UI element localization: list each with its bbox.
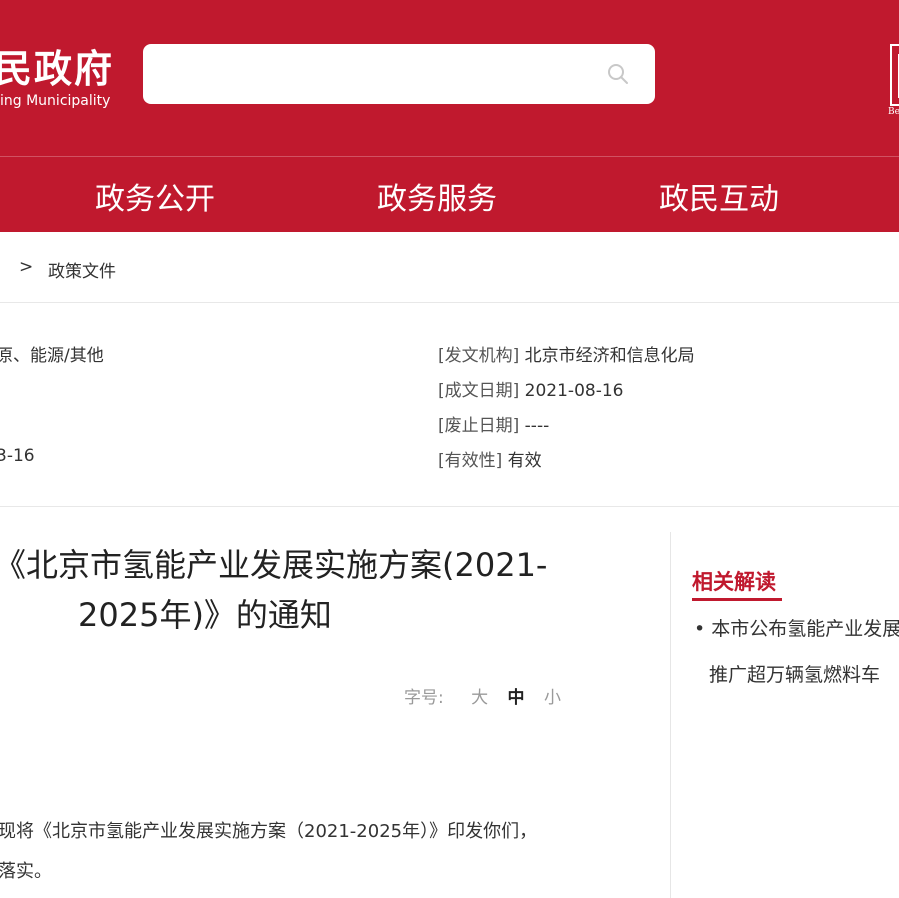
nav-item-interaction[interactable]: 政民互动 — [659, 174, 779, 218]
meta-written-date-value: 2021-08-16 — [524, 381, 624, 401]
meta-abolish-date-key: [废止日期] — [438, 416, 520, 436]
nav-divider — [0, 156, 899, 157]
related-title-underline — [692, 598, 782, 601]
related-item-label: 本市公布氢能产业发展 — [711, 618, 899, 640]
article-title-line2: 2025年)》的通知 — [78, 596, 332, 634]
meta-issuer-key: [发文机构] — [438, 346, 520, 366]
article-title-line1: 《北京市氢能产业发展实施方案(2021- — [0, 546, 548, 584]
seal-badge-text: Be — [888, 107, 899, 117]
nav-item-open-affairs[interactable]: 政务公开 — [95, 174, 215, 218]
meta-validity-value: 有效 — [507, 451, 542, 471]
meta-date: 3-16 — [0, 446, 35, 466]
meta-abolish-date: [废止日期] ---- — [438, 411, 549, 436]
related-item-continued[interactable]: 推广超万辆氢燃料车 — [709, 660, 880, 687]
site-logo-en[interactable]: ing Municipality — [0, 93, 110, 109]
search-input[interactable] — [143, 44, 655, 104]
meta-written-date: [成文日期] 2021-08-16 — [438, 376, 623, 401]
sidebar-divider — [670, 532, 671, 898]
meta-validity-key: [有效性] — [438, 451, 503, 471]
article-body-line2: 落实。 — [0, 861, 52, 882]
meta-validity: [有效性] 有效 — [438, 446, 542, 471]
article-body-line1: 现将《北京市氢能产业发展实施方案（2021-2025年）》印发你们， — [0, 821, 538, 842]
font-size-medium[interactable]: 中 — [508, 688, 525, 708]
divider — [0, 302, 899, 303]
font-size-label: 字号: — [404, 688, 444, 708]
font-size-switcher: 字号: 大 中 小 — [404, 683, 561, 708]
meta-abolish-date-value: ---- — [524, 416, 550, 436]
search-icon[interactable] — [606, 62, 630, 86]
meta-issuer: [发文机构] 北京市经济和信息化局 — [438, 341, 695, 366]
font-size-small[interactable]: 小 — [544, 688, 561, 708]
bullet-icon: • — [694, 618, 706, 640]
site-header: 民政府 ing Municipality Be 政务公开 政务服务 政民互动 — [0, 0, 899, 232]
divider — [0, 506, 899, 507]
nav-item-services[interactable]: 政务服务 — [377, 174, 497, 218]
site-logo-cn[interactable]: 民政府 — [0, 38, 114, 93]
seal-badge-icon[interactable] — [890, 44, 899, 106]
font-size-large[interactable]: 大 — [471, 688, 488, 708]
meta-topic: 原、能源/其他 — [0, 346, 104, 366]
breadcrumb-current[interactable]: 政策文件 — [48, 257, 116, 282]
related-interpretation-title: 相关解读 — [692, 570, 776, 594]
related-item[interactable]: • 本市公布氢能产业发展 — [694, 614, 899, 641]
meta-issuer-value: 北京市经济和信息化局 — [524, 346, 695, 366]
meta-written-date-key: [成文日期] — [438, 381, 520, 401]
breadcrumb-separator: > — [19, 257, 34, 277]
